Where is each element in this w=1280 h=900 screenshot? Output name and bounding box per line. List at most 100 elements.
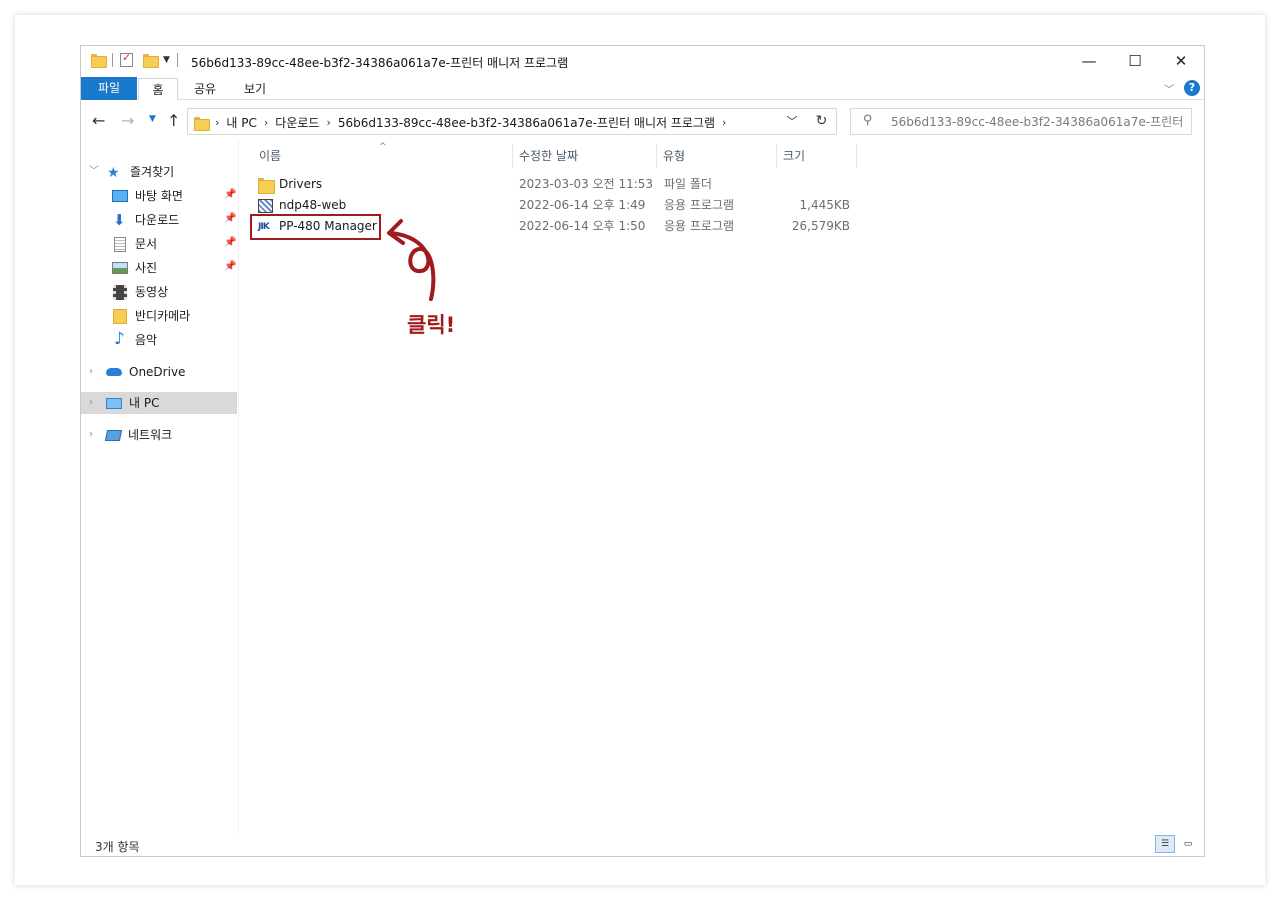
- quick-access-toolbar: ▼: [91, 51, 181, 68]
- breadcrumb-downloads[interactable]: 다운로드: [275, 114, 319, 131]
- nav-item-bandicam[interactable]: 반디카메라: [112, 305, 190, 327]
- star-icon: [107, 162, 123, 184]
- nav-onedrive[interactable]: › OneDrive: [81, 361, 185, 383]
- nav-this-pc-label: 내 PC: [129, 396, 160, 410]
- collapsed-chevron-icon[interactable]: ›: [89, 361, 93, 383]
- nav-item-videos[interactable]: 동영상: [112, 281, 168, 303]
- nav-network-label: 네트워크: [128, 428, 173, 442]
- file-row-ndp48-web[interactable]: ndp48-web 2022-06-14 오후 1:49 응용 프로그램 1,4…: [253, 195, 863, 216]
- nav-item-label: 사진: [135, 261, 158, 275]
- forward-arrow-icon[interactable]: →: [121, 111, 134, 130]
- collapsed-chevron-icon[interactable]: ›: [89, 424, 93, 446]
- nav-item-desktop[interactable]: 바탕 화면: [112, 185, 183, 207]
- file-row-drivers[interactable]: Drivers 2023-03-03 오전 11:53 파일 폴더: [253, 174, 863, 195]
- annotation-arrow-icon: [387, 219, 436, 301]
- annotation-highlight-box: [250, 214, 381, 240]
- toolbar-divider: [176, 53, 178, 67]
- breadcrumb-current-folder[interactable]: 56b6d133-89cc-48ee-b3f2-34386a061a7e-프린터…: [338, 114, 715, 131]
- file-size: 26,579KB: [791, 219, 850, 233]
- recent-locations-chevron-icon[interactable]: ▼: [149, 114, 156, 124]
- nav-quick-access-label: 즐겨찾기: [130, 165, 175, 179]
- breadcrumb-separator-icon[interactable]: ›: [722, 116, 726, 129]
- navigation-pane: ﹀ 즐겨찾기 바탕 화면 📌 다운로드 📌 문서 📌 사진 📌 동영상: [81, 141, 239, 834]
- minimize-button[interactable]: —: [1066, 46, 1112, 76]
- pin-icon[interactable]: 📌: [224, 213, 236, 224]
- file-modified: 2023-03-03 오전 11:53: [519, 177, 654, 191]
- new-folder-icon[interactable]: [143, 54, 159, 68]
- expand-ribbon-chevron-icon[interactable]: ﹀: [1164, 81, 1174, 96]
- expanded-chevron-icon[interactable]: ﹀: [89, 161, 99, 183]
- status-bar: 3개 항목 ☰ ▭: [81, 832, 1204, 856]
- file-explorer-window: ▼ 56b6d133-89cc-48ee-b3f2-34386a061a7e-프…: [80, 45, 1205, 857]
- nav-item-downloads[interactable]: 다운로드: [112, 209, 179, 231]
- folder-icon: [194, 116, 210, 131]
- annotation-label: 클릭!: [407, 313, 456, 337]
- large-icons-view-icon[interactable]: ▭: [1178, 835, 1198, 853]
- breadcrumb-separator-icon[interactable]: ›: [326, 116, 330, 129]
- address-history-chevron-icon[interactable]: ﹀: [777, 108, 807, 135]
- item-count: 3개 항목: [95, 840, 140, 854]
- file-name: ndp48-web: [279, 198, 347, 212]
- file-modified: 2022-06-14 오후 1:49: [519, 198, 646, 212]
- breadcrumb-this-pc[interactable]: 내 PC: [226, 114, 256, 131]
- nav-item-label: 반디카메라: [135, 309, 191, 323]
- computer-icon: [106, 397, 122, 409]
- tab-share[interactable]: 공유: [183, 78, 227, 100]
- back-arrow-icon[interactable]: ←: [92, 111, 105, 130]
- nav-item-label: 동영상: [135, 285, 169, 299]
- setup-icon: [258, 198, 273, 213]
- column-header-modified[interactable]: 수정한 날짜: [513, 144, 657, 168]
- nav-item-label: 바탕 화면: [135, 189, 183, 203]
- tab-home[interactable]: 홈: [138, 78, 178, 100]
- file-name-cell: ndp48-web: [258, 195, 346, 216]
- pin-icon[interactable]: 📌: [224, 189, 236, 200]
- folder-icon: [113, 308, 127, 324]
- nav-item-documents[interactable]: 문서: [112, 233, 157, 255]
- breadcrumb-separator-icon[interactable]: ›: [215, 116, 219, 129]
- search-box[interactable]: ⚲: [850, 108, 1192, 135]
- details-view-icon[interactable]: ☰: [1155, 835, 1175, 853]
- ribbon-tabs: 파일 홈 공유 보기 ﹀ ?: [81, 76, 1204, 100]
- network-icon: [104, 429, 123, 441]
- pin-icon[interactable]: 📌: [224, 261, 236, 272]
- column-header-type[interactable]: 유형: [657, 144, 777, 168]
- collapsed-chevron-icon[interactable]: ›: [89, 392, 93, 414]
- nav-item-label: 다운로드: [135, 213, 180, 227]
- file-name-cell: Drivers: [258, 174, 322, 195]
- folder-icon: [258, 177, 275, 194]
- file-size: 1,445KB: [799, 198, 850, 212]
- refresh-icon[interactable]: ↻: [807, 108, 837, 135]
- download-icon: [112, 209, 128, 231]
- breadcrumb-separator-icon[interactable]: ›: [264, 116, 268, 129]
- file-type: 응용 프로그램: [664, 198, 735, 212]
- help-icon[interactable]: ?: [1184, 80, 1200, 96]
- title-bar: ▼ 56b6d133-89cc-48ee-b3f2-34386a061a7e-프…: [81, 46, 1204, 76]
- search-input[interactable]: [891, 113, 1187, 131]
- address-bar[interactable]: › 내 PC › 다운로드 › 56b6d133-89cc-48ee-b3f2-…: [187, 108, 837, 135]
- nav-this-pc[interactable]: › 내 PC: [81, 392, 159, 414]
- tab-view[interactable]: 보기: [233, 78, 277, 100]
- window-controls: — ☐ ✕: [1066, 46, 1204, 76]
- column-header-size[interactable]: 크기: [777, 144, 857, 168]
- column-header-name[interactable]: 이름: [253, 144, 513, 168]
- customize-toolbar-chevron-icon[interactable]: ▼: [163, 55, 170, 65]
- nav-network[interactable]: › 네트워크: [81, 424, 172, 446]
- nav-item-music[interactable]: 음악: [112, 328, 157, 351]
- navigation-bar: ← → ▼ ↑ › 내 PC › 다운로드 › 56b6d133-89cc-48…: [81, 101, 1204, 141]
- up-arrow-icon[interactable]: ↑: [167, 111, 180, 130]
- nav-quick-access[interactable]: ﹀ 즐겨찾기: [81, 161, 175, 184]
- folder-icon: [91, 54, 107, 68]
- breadcrumb: › 내 PC › 다운로드 › 56b6d133-89cc-48ee-b3f2-…: [194, 114, 726, 131]
- window-title: 56b6d133-89cc-48ee-b3f2-34386a061a7e-프린터…: [191, 56, 569, 70]
- tab-file[interactable]: 파일: [81, 77, 137, 100]
- file-name: Drivers: [279, 177, 323, 191]
- cloud-icon: [106, 368, 122, 376]
- nav-item-pictures[interactable]: 사진: [112, 257, 157, 279]
- properties-icon[interactable]: [120, 51, 133, 67]
- desktop-icon: [112, 190, 128, 202]
- close-button[interactable]: ✕: [1158, 46, 1204, 76]
- music-icon: [112, 328, 128, 350]
- pin-icon[interactable]: 📌: [224, 237, 236, 248]
- maximize-button[interactable]: ☐: [1112, 46, 1158, 76]
- search-icon: ⚲: [863, 113, 873, 128]
